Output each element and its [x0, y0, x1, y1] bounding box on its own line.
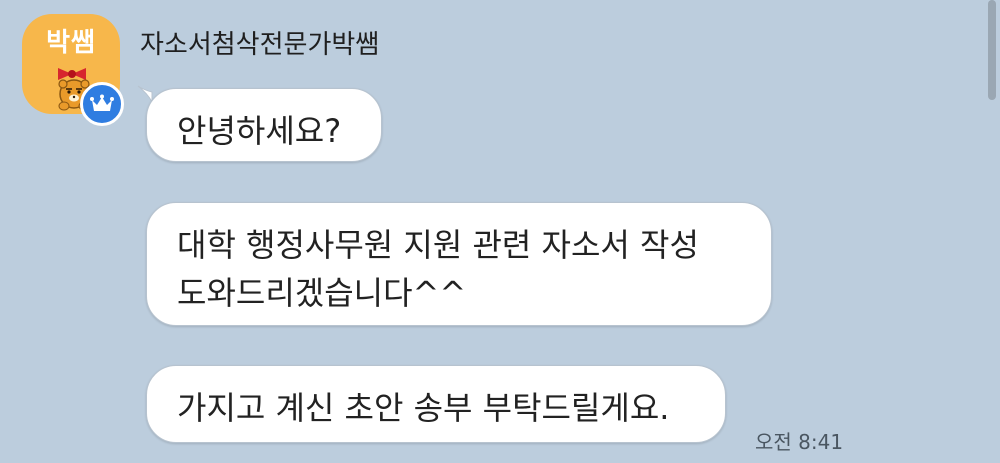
message-timestamp: 오전 8:41 [755, 430, 844, 454]
message-bubble-3[interactable]: 가지고 계신 초안 송부 부탁드릴게요. [146, 365, 726, 443]
message-text: 안녕하세요? [177, 112, 342, 150]
message-bubble-1[interactable]: 안녕하세요? [146, 88, 382, 162]
avatar-label: 박쌤 [46, 28, 96, 58]
message-bubble-2[interactable]: 대학 행정사무원 지원 관련 자소서 작성 도와드리겠습니다^^ [146, 202, 772, 326]
scrollbar[interactable] [988, 0, 996, 100]
message-text-line-2: 도와드리겠습니다^^ [177, 274, 467, 312]
sender-name: 자소서첨삭전문가박쌤 [140, 30, 380, 60]
message-text: 가지고 계신 초안 송부 부탁드릴게요. [177, 389, 670, 427]
message-text-line-1: 대학 행정사무원 지원 관련 자소서 작성 [177, 226, 699, 264]
crown-icon [80, 82, 124, 126]
